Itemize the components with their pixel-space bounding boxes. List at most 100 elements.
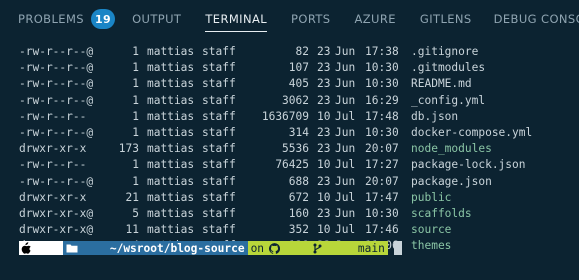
- entry-links: 1: [132, 45, 139, 58]
- entry-group: staff: [202, 109, 236, 123]
- entry-owner: mattias: [147, 190, 195, 204]
- entry-group: staff: [202, 190, 236, 204]
- terminal-cursor: [393, 241, 402, 255]
- entry-group: staff: [202, 206, 236, 220]
- apple-icon: [21, 216, 61, 280]
- entry-owner: mattias: [147, 77, 195, 91]
- entry-links: 11: [125, 223, 139, 237]
- listing-row: -rw-r--r-- 1 mattias staff 76425 10 Jul 17:27 pa…: [19, 157, 579, 173]
- listing-row: -rw-r--r--@ 1 mattias staff 107 23 Jun 10:30 .gi…: [19, 60, 579, 76]
- entry-size: 405: [288, 77, 309, 91]
- entry-owner: mattias: [147, 125, 195, 139]
- entry-time: 10:30: [365, 125, 399, 139]
- entry-links: 21: [125, 190, 139, 204]
- prompt-git-on: on: [250, 241, 265, 255]
- listing-row: -rw-r--r--@ 1 mattias staff 314 23 Jun 10:30 doc…: [19, 125, 579, 141]
- entry-links: 173: [118, 142, 139, 156]
- entry-name: _config.yml: [411, 93, 486, 107]
- entry-name: node_modules: [411, 142, 492, 156]
- entry-group: staff: [202, 223, 236, 237]
- shell-prompt: ~/wsroot/blog-source on main: [19, 241, 402, 255]
- tab-ports[interactable]: PORTS: [291, 0, 330, 38]
- entry-group: staff: [202, 45, 236, 58]
- entry-day: 23: [317, 125, 331, 139]
- entry-size: 76425: [275, 158, 309, 172]
- entry-time: 17:46: [365, 223, 399, 237]
- entry-name: themes: [411, 239, 452, 253]
- entry-time: 17:27: [365, 158, 399, 172]
- entry-name: source: [411, 223, 452, 237]
- entry-size: 688: [288, 174, 309, 188]
- entry-name: db.json: [411, 109, 459, 123]
- entry-size: 1636709: [261, 109, 309, 123]
- entry-time: 17:47: [365, 190, 399, 204]
- entry-name: README.md: [411, 77, 472, 91]
- entry-links: 1: [132, 77, 139, 91]
- entry-permissions: -rw-r--r--: [19, 158, 87, 172]
- tab-azure[interactable]: AZURE: [355, 0, 396, 38]
- prompt-os-segment: [19, 241, 64, 255]
- entry-group: staff: [202, 93, 236, 107]
- entry-owner: mattias: [147, 45, 195, 58]
- tab-terminal[interactable]: TERMINAL: [205, 0, 267, 38]
- entry-group: staff: [202, 61, 236, 75]
- entry-size: 107: [288, 61, 309, 75]
- entry-owner: mattias: [147, 223, 195, 237]
- entry-group: staff: [202, 174, 236, 188]
- entry-size: 3062: [282, 93, 309, 107]
- entry-group: staff: [202, 142, 236, 156]
- entry-month: Jul: [335, 158, 356, 172]
- entry-size: 82: [295, 45, 309, 58]
- entry-links: 1: [132, 158, 139, 172]
- tab-output[interactable]: OUTPUT: [132, 0, 181, 38]
- entry-month: Jun: [335, 93, 356, 107]
- entry-month: Jun: [335, 142, 356, 156]
- entry-time: 16:29: [365, 93, 399, 107]
- prompt-path: ~/wsroot/blog-source: [109, 241, 245, 255]
- prompt-branch: main: [357, 241, 385, 255]
- entry-permissions: -rw-r--r--: [19, 109, 87, 123]
- entry-name: docker-compose.yml: [411, 125, 533, 139]
- entry-links: 1: [132, 125, 139, 139]
- entry-time: 17:38: [365, 45, 399, 58]
- tab-gitlens[interactable]: GITLENS: [420, 0, 472, 38]
- entry-name: public: [411, 190, 452, 204]
- panel-tab-bar: PROBLEMS 19 OUTPUT TERMINAL PORTS AZURE …: [0, 0, 579, 38]
- entry-month: Jul: [335, 190, 356, 204]
- entry-owner: mattias: [147, 61, 195, 75]
- entry-size: 314: [288, 125, 309, 139]
- entry-size: 5536: [282, 142, 309, 156]
- entry-day: 23: [317, 61, 331, 75]
- entry-time: 17:48: [365, 109, 399, 123]
- prompt-git-segment: on main: [247, 241, 388, 255]
- entry-time: 10:30: [365, 77, 399, 91]
- entry-day: 23: [317, 45, 331, 58]
- entry-day: 23: [317, 93, 331, 107]
- entry-time: 10:30: [365, 61, 399, 75]
- branch-icon: [313, 217, 353, 280]
- listing-row: -rw-r--r--@ 1 mattias staff 405 23 Jun 10:30 REA…: [19, 76, 579, 92]
- folder-icon: [66, 217, 106, 279]
- entry-day: 23: [317, 174, 331, 188]
- entry-day: 10: [317, 109, 331, 123]
- entry-group: staff: [202, 77, 236, 91]
- entry-permissions: -rw-r--r--@: [19, 174, 94, 188]
- tab-debug-console-label: DEBUG CONSOLE: [493, 12, 579, 26]
- tab-problems[interactable]: PROBLEMS 19: [18, 0, 116, 38]
- prompt-path-segment: ~/wsroot/blog-source: [63, 241, 248, 255]
- listing-row: -rw-r--r--@ 1 mattias staff 82 23 Jun 17:38 .git…: [19, 44, 579, 60]
- listing-row: drwxr-xr-x 173 mattias staff 5536 23 Jun 20:07 n…: [19, 141, 579, 157]
- tab-debug-console[interactable]: DEBUG CONSOLE: [494, 0, 579, 38]
- listing-row: -rw-r--r-- 1 mattias staff 1636709 10 Jul 17:48…: [19, 109, 579, 125]
- tab-ports-label: PORTS: [291, 12, 331, 26]
- entry-day: 10: [317, 158, 331, 172]
- tab-problems-label: PROBLEMS: [18, 12, 84, 26]
- entry-name: .gitmodules: [411, 61, 486, 75]
- entry-size: 672: [288, 190, 309, 204]
- entry-time: 20:07: [365, 174, 399, 188]
- entry-permissions: -rw-r--r--@: [19, 61, 94, 75]
- entry-permissions: -rw-r--r--@: [19, 45, 94, 58]
- entry-day: 23: [317, 77, 331, 91]
- entry-owner: mattias: [147, 174, 195, 188]
- entry-month: Jun: [335, 61, 356, 75]
